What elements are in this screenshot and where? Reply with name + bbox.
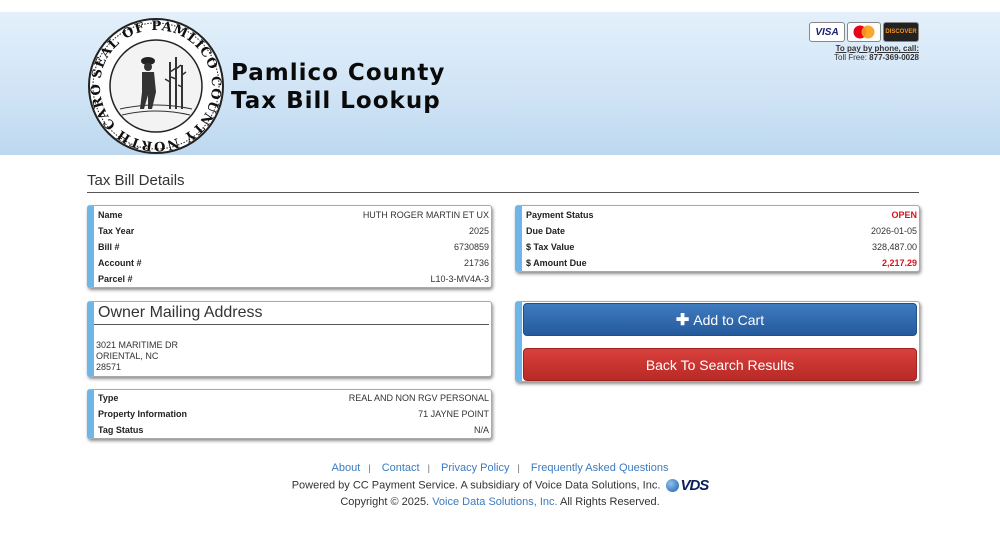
- page-title: Tax Bill Details: [87, 172, 185, 189]
- toll-free-label: Toll Free:: [834, 53, 867, 62]
- address-line: 3021 MARITIME DR: [96, 340, 179, 350]
- powered-by: Powered by CC Payment Service. A subsidi…: [0, 477, 1000, 494]
- row-value: N/A: [473, 425, 489, 435]
- detail-row-parcel: Parcel # L10-3-MV4A-3: [94, 271, 491, 287]
- row-value: 71 JAYNE POINT: [418, 409, 489, 419]
- property-row-tag-status: Tag Status N/A: [94, 422, 491, 438]
- add-to-cart-button[interactable]: ✚ Add to Cart: [523, 303, 917, 336]
- owner-address: 3021 MARITIME DR ORIENTAL, NC 28571: [94, 325, 491, 373]
- visa-card-icon: VISA: [809, 22, 845, 42]
- row-value: 2025: [468, 226, 489, 236]
- page-footer: About | Contact | Privacy Policy | Frequent…: [0, 460, 1000, 511]
- property-info-panel: Type REAL AND NON RGV PERSONAL Property I…: [87, 389, 492, 439]
- row-label: Type: [98, 393, 119, 403]
- row-label: Tax Year: [98, 226, 135, 236]
- address-line: ORIENTAL, NC: [96, 351, 159, 361]
- site-title-line2: Tax Bill Lookup: [231, 88, 441, 114]
- footer-link-about[interactable]: About: [332, 462, 361, 474]
- row-label: Name: [98, 210, 123, 220]
- county-seal-logo: SEAL OF PAMLICO COUNTY NORTH CAROLINA: [86, 17, 224, 154]
- add-to-cart-label: Add to Cart: [693, 311, 765, 328]
- status-row-amount-due: $ Amount Due 2,217.29: [522, 255, 919, 271]
- detail-row-name: Name HUTH ROGER MARTIN ET UX: [94, 207, 491, 223]
- footer-link-faq[interactable]: Frequently Asked Questions: [531, 462, 669, 474]
- row-label: Property Information: [98, 409, 188, 419]
- owner-address-heading: Owner Mailing Address: [94, 302, 489, 325]
- row-label: Tag Status: [98, 425, 144, 435]
- row-label: Parcel #: [98, 274, 133, 284]
- owner-address-panel: Owner Mailing Address 3021 MARITIME DR O…: [87, 301, 492, 377]
- row-label: Account #: [98, 258, 142, 268]
- property-row-info: Property Information 71 JAYNE POINT: [94, 406, 491, 422]
- property-row-type: Type REAL AND NON RGV PERSONAL: [94, 390, 491, 406]
- site-title: Pamlico County Tax Bill Lookup: [231, 59, 445, 115]
- row-value: L10-3-MV4A-3: [430, 274, 489, 284]
- footer-separator: |: [427, 463, 430, 473]
- globe-icon: [666, 479, 680, 492]
- row-label: Bill #: [98, 242, 120, 252]
- back-to-search-results-button[interactable]: Back To Search Results: [523, 348, 917, 381]
- pay-by-phone-box: VISA DISCOVER To pay by phone, call: Tol…: [809, 22, 919, 62]
- row-label: Payment Status: [526, 210, 594, 220]
- row-label: $ Tax Value: [526, 242, 575, 252]
- vds-logo-text: VDS: [680, 477, 709, 494]
- discover-card-icon: DISCOVER: [883, 22, 919, 42]
- footer-links: About | Contact | Privacy Policy | Frequent…: [0, 460, 1000, 477]
- copyright-suffix: All Rights Reserved.: [560, 496, 660, 509]
- copyright-link[interactable]: Voice Data Solutions, Inc.: [432, 496, 557, 508]
- bill-details-panel: Name HUTH ROGER MARTIN ET UX Tax Year 2025…: [87, 205, 492, 288]
- detail-row-account: Account # 21736: [94, 255, 491, 271]
- status-row-payment-status: Payment Status OPEN: [522, 207, 919, 223]
- footer-separator: |: [368, 463, 371, 473]
- detail-row-bill: Bill # 6730859: [94, 239, 491, 255]
- row-label: Due Date: [526, 226, 566, 236]
- pay-by-phone-label[interactable]: To pay by phone, call:: [809, 44, 919, 53]
- title-divider: [87, 192, 919, 193]
- amount-due-value: 2,217.29: [881, 258, 917, 268]
- row-value: HUTH ROGER MARTIN ET UX: [362, 210, 489, 220]
- actions-panel: ✚ Add to Cart Back To Search Results: [515, 301, 920, 382]
- accepted-cards: VISA DISCOVER: [809, 22, 919, 42]
- toll-free-value: 877-369-0028: [869, 53, 919, 62]
- copyright: Copyright © 2025. Voice Data Solutions, …: [0, 494, 1000, 511]
- site-title-line1: Pamlico County: [231, 60, 446, 86]
- plus-icon: ✚: [675, 311, 690, 329]
- status-badge: OPEN: [891, 210, 917, 220]
- row-value: REAL AND NON RGV PERSONAL: [348, 393, 489, 403]
- footer-link-contact[interactable]: Contact: [382, 462, 420, 474]
- powered-by-text: Powered by CC Payment Service. A subsidi…: [291, 479, 661, 492]
- copyright-prefix: Copyright © 2025.: [340, 496, 430, 509]
- footer-separator: |: [517, 463, 520, 473]
- row-value: 6730859: [453, 242, 489, 252]
- page-header: SEAL OF PAMLICO COUNTY NORTH CAROLINA Pa…: [0, 12, 1000, 155]
- detail-row-tax-year: Tax Year 2025: [94, 223, 491, 239]
- address-line: 28571: [96, 362, 122, 372]
- mastercard-icon: [847, 22, 881, 42]
- payment-status-panel: Payment Status OPEN Due Date 2026-01-05 $ …: [515, 205, 920, 272]
- row-value: 2026-01-05: [870, 226, 917, 236]
- row-label: $ Amount Due: [526, 258, 587, 268]
- row-value: 21736: [463, 258, 489, 268]
- vds-logo: VDS: [666, 477, 709, 494]
- status-row-due-date: Due Date 2026-01-05: [522, 223, 919, 239]
- row-value: 328,487.00: [871, 242, 917, 252]
- footer-link-privacy[interactable]: Privacy Policy: [441, 462, 509, 474]
- toll-free-number: Toll Free: 877-369-0028: [809, 53, 919, 62]
- status-row-tax-value: $ Tax Value 328,487.00: [522, 239, 919, 255]
